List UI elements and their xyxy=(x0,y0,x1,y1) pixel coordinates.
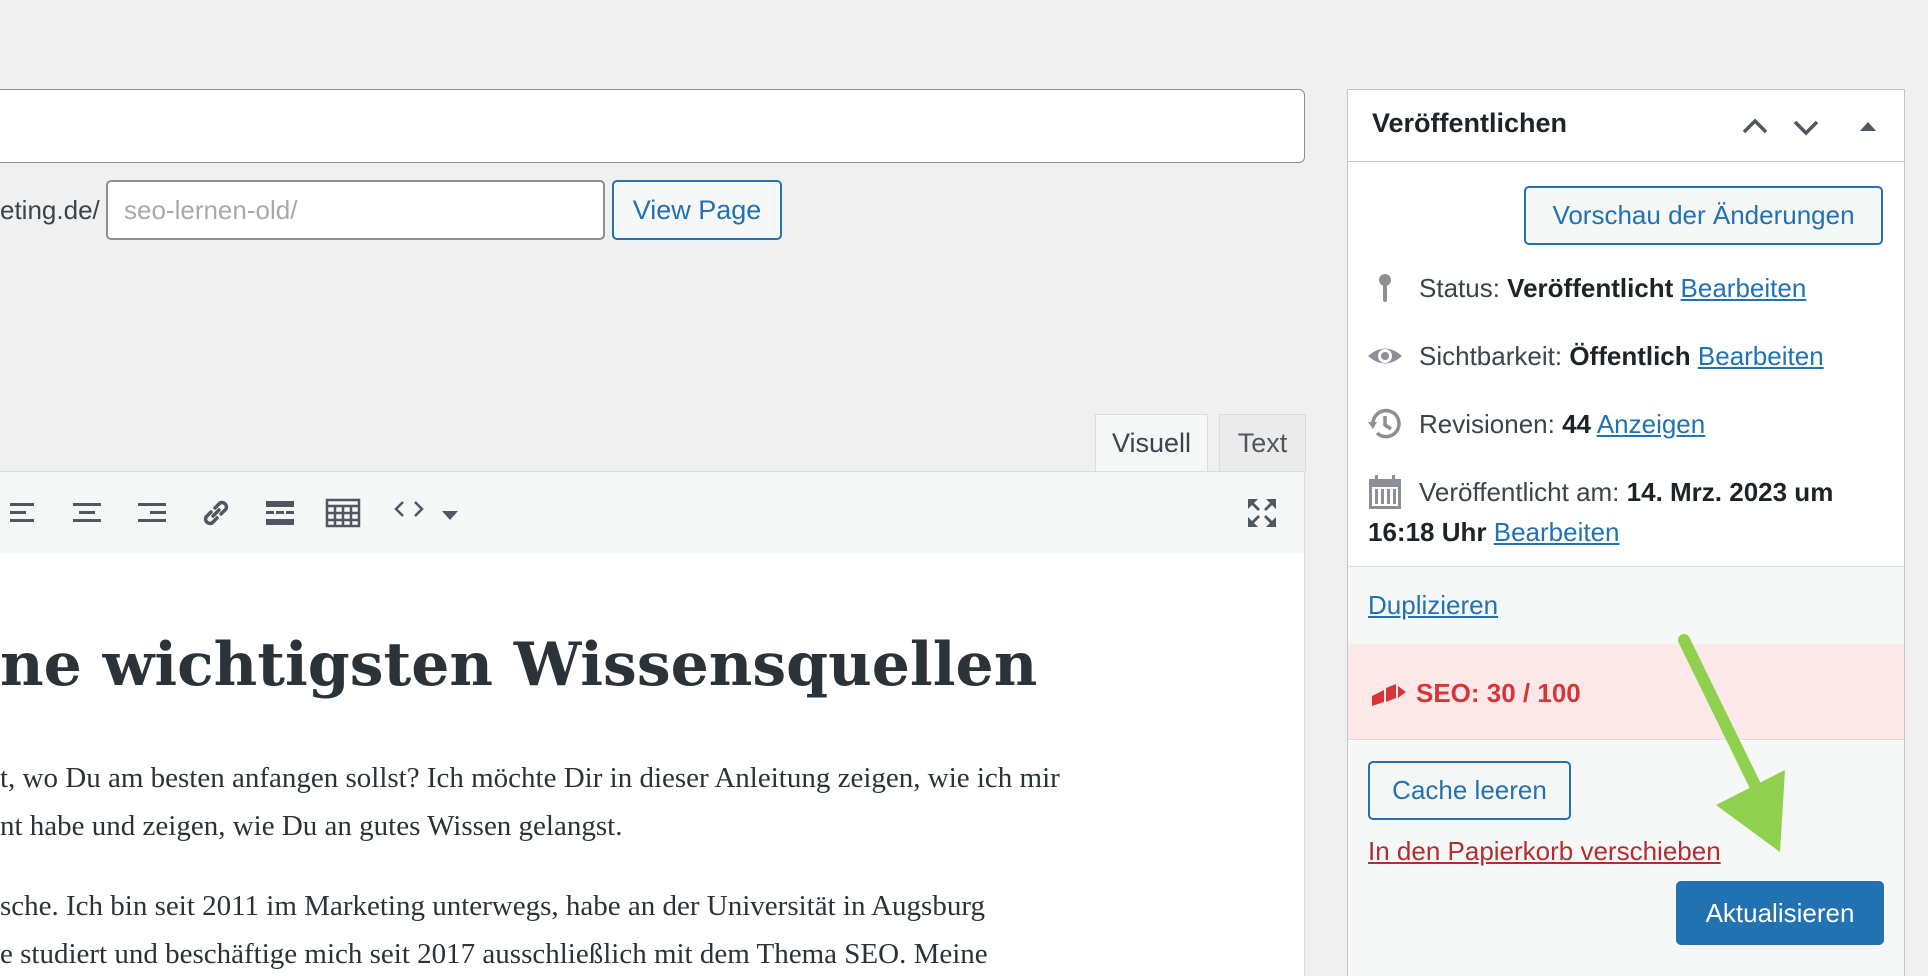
code-icon[interactable] xyxy=(391,495,427,531)
status-label: Status: xyxy=(1419,273,1500,303)
annotation-arrow-icon xyxy=(1660,630,1820,870)
status-value: Veröffentlicht xyxy=(1507,273,1674,303)
revisions-label: Revisionen: xyxy=(1419,409,1555,439)
eye-icon xyxy=(1365,336,1405,376)
collapse-toggle-icon[interactable] xyxy=(1851,110,1885,144)
chevron-up-icon[interactable] xyxy=(1738,110,1772,144)
editor-toolbar xyxy=(0,471,1305,554)
published-date-row: Veröffentlicht am: 14. Mrz. 2023 um xyxy=(1419,477,1833,508)
slug-input[interactable]: seo-lernen-old/ xyxy=(106,180,605,240)
content-paragraph: e studiert und beschäftige mich seit 201… xyxy=(0,938,988,970)
align-center-icon[interactable] xyxy=(69,495,105,531)
visibility-row: Sichtbarkeit: Öffentlich Bearbeiten xyxy=(1419,341,1824,372)
content-heading: ne wichtigsten Wissensquellen xyxy=(0,630,1038,700)
align-left-icon[interactable] xyxy=(6,495,42,531)
published-edit-link[interactable]: Bearbeiten xyxy=(1494,517,1620,547)
published-label: Veröffentlicht am: xyxy=(1419,477,1620,507)
fullscreen-icon[interactable] xyxy=(1244,495,1280,531)
toolbar-toggle-icon[interactable] xyxy=(325,495,361,531)
content-paragraph: t, wo Du am besten anfangen sollst? Ich … xyxy=(0,762,1060,794)
link-icon[interactable] xyxy=(198,495,234,531)
publish-panel-title: Veröffentlichen xyxy=(1372,108,1568,138)
view-page-button[interactable]: View Page xyxy=(612,180,782,240)
published-date: 14. Mrz. 2023 um xyxy=(1626,477,1834,507)
dropdown-arrow-icon[interactable] xyxy=(432,495,464,531)
seo-plugin-icon xyxy=(1370,678,1408,708)
title-input[interactable] xyxy=(0,89,1305,163)
permalink-prefix: eting.de/ xyxy=(0,194,100,225)
preview-changes-button[interactable]: Vorschau der Änderungen xyxy=(1524,186,1883,245)
align-right-icon[interactable] xyxy=(134,495,170,531)
history-icon xyxy=(1365,404,1405,444)
revisions-show-link[interactable]: Anzeigen xyxy=(1597,409,1705,439)
published-time-row: 16:18 Uhr Bearbeiten xyxy=(1368,517,1620,548)
tab-visual[interactable]: Visuell xyxy=(1095,414,1208,472)
revisions-row: Revisionen: 44 Anzeigen xyxy=(1419,409,1705,440)
clear-cache-button[interactable]: Cache leeren xyxy=(1368,761,1571,820)
duplicate-link[interactable]: Duplizieren xyxy=(1368,590,1498,621)
seo-score: SEO: 30 / 100 xyxy=(1416,678,1581,708)
content-paragraph: sche. Ich bin seit 2011 im Marketing unt… xyxy=(0,890,985,922)
read-more-icon[interactable] xyxy=(262,495,298,531)
visibility-edit-link[interactable]: Bearbeiten xyxy=(1698,341,1824,371)
status-row: Status: Veröffentlicht Bearbeiten xyxy=(1419,273,1806,304)
content-paragraph: nt habe und zeigen, wie Du an gutes Wiss… xyxy=(0,810,623,842)
revisions-count: 44 xyxy=(1562,409,1592,439)
tab-text[interactable]: Text xyxy=(1219,414,1306,472)
calendar-icon xyxy=(1365,472,1405,512)
chevron-down-icon[interactable] xyxy=(1789,110,1823,144)
pin-icon xyxy=(1365,268,1405,308)
published-time: 16:18 Uhr xyxy=(1368,517,1487,547)
update-button[interactable]: Aktualisieren xyxy=(1676,881,1884,945)
visibility-value: Öffentlich xyxy=(1569,341,1691,371)
visibility-label: Sichtbarkeit: xyxy=(1419,341,1563,371)
status-edit-link[interactable]: Bearbeiten xyxy=(1681,273,1807,303)
